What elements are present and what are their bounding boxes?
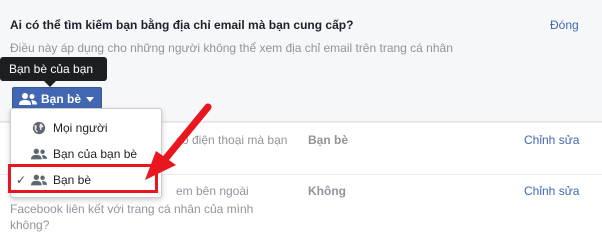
row-label: em bên ngoài	[176, 184, 249, 198]
row-value: Bạn bè	[308, 133, 349, 147]
menu-item-label: Mọi người	[53, 121, 108, 135]
row-value: Không	[308, 184, 346, 198]
highlight-box	[8, 164, 158, 193]
friends-icon	[31, 148, 47, 160]
globe-icon	[32, 121, 46, 135]
edit-link[interactable]: Chỉnh sửa	[524, 133, 579, 147]
setting-question: Ai có thể tìm kiếm bạn bằng địa chỉ emai…	[10, 18, 354, 32]
edit-link[interactable]: Chỉnh sửa	[524, 184, 579, 198]
chevron-down-icon	[86, 96, 95, 102]
close-link[interactable]: Đóng	[550, 18, 579, 32]
setting-note: Điều này áp dụng cho những người không t…	[10, 41, 453, 55]
row-label-line3: không?	[10, 218, 50, 232]
menu-item-public[interactable]: Mọi người	[11, 115, 161, 141]
audience-button-label: Bạn bè	[41, 92, 82, 106]
row-label-line2: Facebook liên kết với trang cá nhân của …	[10, 202, 254, 216]
friends-icon	[19, 93, 37, 105]
menu-item-label: Bạn của bạn bè	[53, 147, 138, 161]
red-arrow-annotation	[145, 103, 212, 180]
audience-tooltip: Bạn bè của bạn	[0, 57, 107, 81]
